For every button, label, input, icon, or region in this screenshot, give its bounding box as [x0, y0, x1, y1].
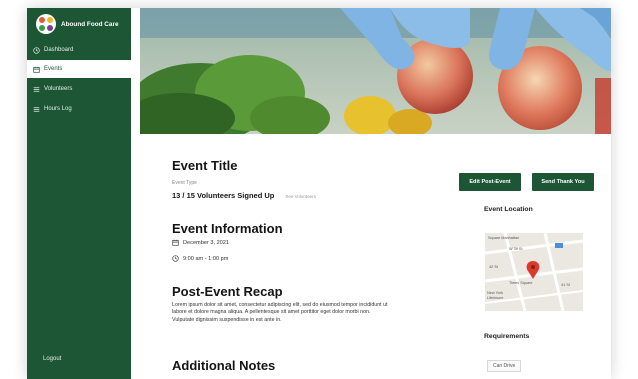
post-event-recap-text: Lorem ipsum dolor sit amet, consectetur …: [172, 302, 388, 323]
signed-up-count: 13 / 15 Volunteers Signed Up: [172, 191, 275, 200]
map-label: W 39 St: [509, 247, 523, 251]
event-information-heading: Event Information: [172, 221, 283, 236]
list-icon: [33, 86, 40, 92]
sidebar-item-label: Dashboard: [44, 47, 74, 53]
app-window: Abound Food Care Dashboard Events Volunt…: [27, 8, 611, 379]
map-label: Square Manhattan: [488, 236, 520, 240]
requirement-chip: Can Drive: [487, 360, 522, 372]
clock-icon: [33, 46, 40, 54]
logo-icon: [36, 14, 56, 34]
signed-up-row: 13 / 15 Volunteers Signed Up See Volunte…: [172, 191, 316, 200]
calendar-icon: [33, 66, 40, 73]
map-label: Times Square: [509, 281, 533, 285]
brand-name: Abound Food Care: [61, 20, 119, 28]
clock-icon: [172, 255, 179, 262]
event-date-text: December 3, 2021: [183, 239, 230, 246]
logout-link[interactable]: Logout: [43, 356, 61, 362]
list-icon: [33, 106, 40, 112]
event-location-heading: Event Location: [484, 206, 533, 213]
event-title: Event Title: [172, 158, 238, 173]
see-volunteers-link[interactable]: See Volunteers: [285, 194, 316, 199]
event-date: December 3, 2021: [172, 239, 229, 246]
sidebar-item-hours-log[interactable]: Hours Log: [27, 100, 131, 118]
map-label: New York Lifeinsure: [487, 291, 504, 300]
sidebar-item-label: Events: [44, 66, 63, 72]
sidebar-item-label: Hours Log: [44, 106, 72, 112]
edit-post-event-button[interactable]: Edit Post-Event: [459, 173, 521, 191]
event-location-map[interactable]: Square Manhattan W 39 St 42 St Times Squ…: [485, 233, 583, 311]
brand[interactable]: Abound Food Care: [36, 14, 119, 34]
event-type: Event Type: [172, 180, 197, 186]
calendar-icon: [172, 239, 179, 246]
sidebar-item-events[interactable]: Events: [27, 60, 131, 78]
post-event-recap-heading: Post-Event Recap: [172, 284, 283, 299]
event-time: 9:00 am - 1:00 pm: [172, 255, 228, 262]
send-thank-you-button[interactable]: Send Thank You: [532, 173, 594, 191]
hero-image: [140, 8, 611, 134]
event-time-text: 9:00 am - 1:00 pm: [183, 255, 229, 262]
sidebar-item-dashboard[interactable]: Dashboard: [27, 41, 131, 59]
map-label: 41 St: [561, 283, 570, 287]
map-label: 42 St: [489, 265, 498, 269]
additional-notes-heading: Additional Notes: [172, 358, 276, 373]
sidebar-item-volunteers[interactable]: Volunteers: [27, 80, 131, 98]
requirements-heading: Requirements: [484, 333, 530, 340]
sidebar: Abound Food Care Dashboard Events Volunt…: [27, 8, 131, 379]
sidebar-item-label: Volunteers: [44, 86, 73, 92]
